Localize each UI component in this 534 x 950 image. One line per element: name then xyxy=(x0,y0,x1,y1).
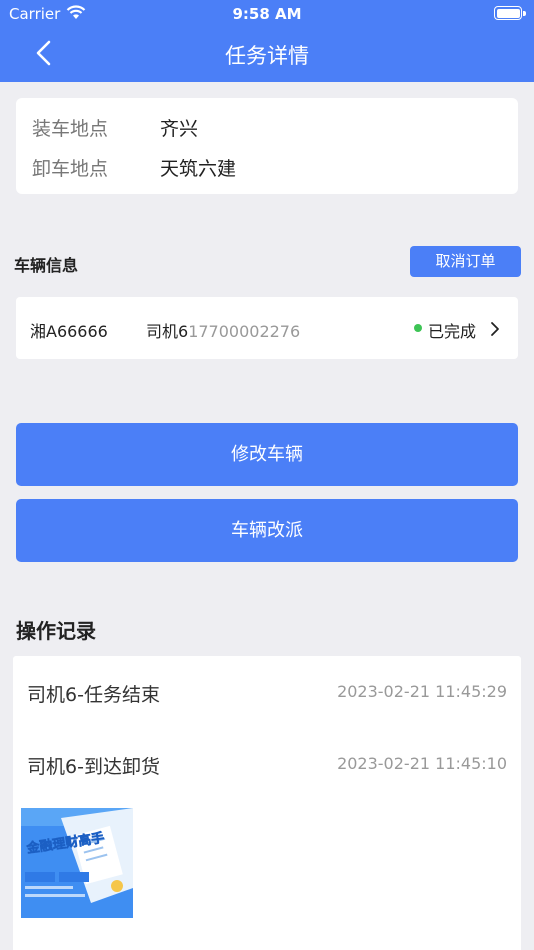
driver-name: 司机6 xyxy=(146,322,189,341)
log-entry-time: 2023-02-21 11:45:10 xyxy=(337,754,507,773)
address-card: 装车地点 齐兴 卸车地点 天筑六建 xyxy=(16,98,518,194)
log-entry-text: 司机6-到达卸货 xyxy=(27,756,160,778)
status-bar: Carrier 9:58 AM xyxy=(0,0,534,28)
navigation-bar: Carrier 9:58 AM 任务详情 xyxy=(0,0,534,82)
vehicle-status: 已完成 xyxy=(428,322,477,341)
log-entry-text: 司机6-任务结束 xyxy=(27,684,160,706)
driver-info: 司机617700002276 xyxy=(146,318,300,342)
vehicle-plate: 湘A66666 xyxy=(30,322,108,341)
operation-log-card: 司机6-任务结束 2023-02-21 11:45:29 司机6-到达卸货 20… xyxy=(13,656,521,950)
vehicle-row[interactable]: 湘A66666 司机617700002276 已完成 xyxy=(16,297,518,359)
unload-location-label: 卸车地点 xyxy=(32,158,109,180)
log-entry: 司机6-任务结束 2023-02-21 11:45:29 xyxy=(27,680,507,710)
battery-icon xyxy=(494,6,526,20)
unload-location-row: 卸车地点 天筑六建 xyxy=(32,154,236,181)
operation-log-title: 操作记录 xyxy=(16,619,96,643)
page-title: 任务详情 xyxy=(225,44,309,68)
status-dot-icon xyxy=(414,324,422,332)
load-location-label: 装车地点 xyxy=(32,118,109,140)
log-entry: 司机6-到达卸货 2023-02-21 11:45:10 xyxy=(27,752,507,782)
driver-phone: 17700002276 xyxy=(188,322,301,341)
reassign-vehicle-button[interactable]: 车辆改派 xyxy=(16,499,518,562)
chevron-right-icon xyxy=(491,322,499,336)
unload-location-value: 天筑六建 xyxy=(160,158,237,180)
log-entry-photo[interactable]: 金融理财高手 xyxy=(21,808,133,918)
load-location-value: 齐兴 xyxy=(160,118,199,140)
log-entry-time: 2023-02-21 11:45:29 xyxy=(337,682,507,701)
cancel-order-button[interactable]: 取消订单 xyxy=(410,246,521,277)
load-location-row: 装车地点 齐兴 xyxy=(32,114,198,141)
clock: 9:58 AM xyxy=(232,5,302,23)
modify-vehicle-button[interactable]: 修改车辆 xyxy=(16,423,518,486)
vehicle-section-title: 车辆信息 xyxy=(14,256,79,275)
